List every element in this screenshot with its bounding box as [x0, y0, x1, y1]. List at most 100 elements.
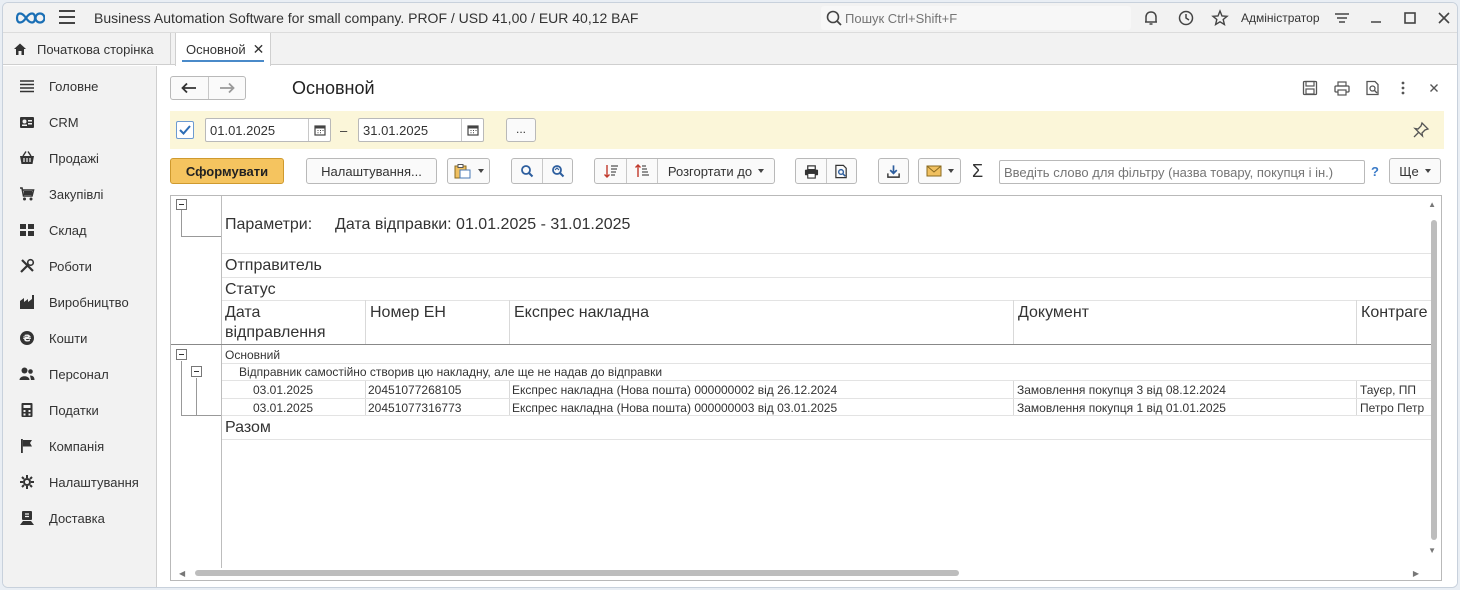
sidebar-item-sales[interactable]: Продажі	[3, 140, 157, 176]
pin-icon[interactable]	[1412, 121, 1430, 139]
tab-active[interactable]: Основной ✕	[175, 33, 271, 66]
sidebar-item-company[interactable]: Компанія	[3, 428, 157, 464]
sidebar-item-main[interactable]: Головне	[3, 68, 157, 104]
date-to-field[interactable]: 31.01.2025	[358, 118, 484, 142]
cell-waybill[interactable]: Експрес накладна (Нова пошта) 000000003 …	[512, 401, 837, 415]
print-button[interactable]	[796, 159, 826, 183]
star-icon[interactable]	[1211, 9, 1229, 27]
main-menu-icon[interactable]	[59, 10, 75, 26]
export-button[interactable]	[878, 158, 909, 184]
flag-icon	[21, 439, 32, 453]
period-bar: 01.01.2025 – 31.01.2025 ...	[170, 111, 1444, 149]
global-search[interactable]	[821, 6, 1131, 30]
column-divider	[1356, 300, 1357, 344]
maximize-icon[interactable]	[1401, 9, 1419, 27]
cell-waybill[interactable]: Експрес накладна (Нова пошта) 000000002 …	[512, 383, 837, 397]
date-from-field[interactable]: 01.01.2025	[205, 118, 331, 142]
tree-line	[181, 361, 182, 415]
status-group-value: Відправник самостійно створив цю накладн…	[239, 365, 663, 379]
close-form-icon[interactable]	[1426, 80, 1442, 96]
horizontal-scrollbar[interactable]	[195, 570, 959, 576]
tree-line	[181, 236, 221, 237]
column-header-number: Номер ЕН	[370, 304, 446, 321]
sidebar-item-label: Склад	[49, 222, 87, 238]
expand-to-dropdown[interactable]: Розгортати до	[657, 159, 774, 183]
preview-icon[interactable]	[1365, 80, 1381, 96]
more-actions-dropdown[interactable]: Ще	[1389, 158, 1441, 184]
tab-close-icon[interactable]: ✕	[253, 41, 265, 58]
report-sheet[interactable]: Параметри: Дата відправки: 01.01.2025 - …	[170, 195, 1442, 581]
header-bottom-border	[171, 344, 1433, 345]
contact-card-icon	[20, 117, 34, 128]
collapse-params-icon[interactable]	[176, 199, 187, 210]
forward-button[interactable]	[209, 77, 246, 99]
send-email-dropdown[interactable]	[918, 158, 961, 184]
sidebar-item-money[interactable]: ₴ Кошти	[3, 320, 157, 356]
expand-all-button[interactable]	[626, 159, 657, 183]
generate-button[interactable]: Сформувати	[170, 158, 284, 184]
variant-dropdown[interactable]	[447, 158, 490, 184]
collapse-sender-icon[interactable]	[176, 349, 187, 360]
chevron-down-icon	[1424, 169, 1431, 173]
close-window-icon[interactable]	[1435, 9, 1453, 27]
cell-counterparty[interactable]: Тауєр, ПП	[1360, 383, 1416, 397]
sidebar-item-works[interactable]: Роботи	[3, 248, 157, 284]
minimize-icon[interactable]	[1367, 9, 1385, 27]
settings-lines-icon[interactable]	[1333, 9, 1351, 27]
sidebar-item-label: Персонал	[49, 366, 109, 382]
sidebar-item-delivery[interactable]: Доставка	[3, 500, 157, 536]
sidebar-item-production[interactable]: Виробництво	[3, 284, 157, 320]
cell-counterparty[interactable]: Петро Петр	[1360, 401, 1424, 415]
find-next-button[interactable]	[542, 159, 572, 183]
sum-icon[interactable]: Σ	[972, 161, 983, 182]
collapse-status-icon[interactable]	[191, 366, 202, 377]
save-icon[interactable]	[1302, 80, 1318, 96]
filter-input[interactable]	[999, 160, 1365, 184]
tab-home-label: Початкова сторінка	[37, 41, 154, 57]
sidebar-item-personnel[interactable]: Персонал	[3, 356, 157, 392]
cell-document[interactable]: Замовлення покупця 1 від 01.01.2025	[1017, 401, 1226, 415]
more-vertical-icon[interactable]	[1395, 80, 1411, 96]
sidebar-item-purchases[interactable]: Закупівлі	[3, 176, 157, 212]
cell-document[interactable]: Замовлення покупця 3 від 08.12.2024	[1017, 383, 1226, 397]
sidebar-item-taxes[interactable]: Податки	[3, 392, 157, 428]
preview-icon	[835, 164, 848, 178]
scroll-left-icon[interactable]: ◀	[179, 569, 185, 578]
calendar-icon[interactable]	[308, 119, 330, 141]
bell-icon[interactable]	[1142, 9, 1160, 27]
search-icon	[521, 165, 534, 178]
scroll-up-icon[interactable]: ▲	[1428, 200, 1436, 209]
scroll-down-icon[interactable]: ▼	[1428, 546, 1436, 555]
sidebar-item-settings[interactable]: Налаштування	[3, 464, 157, 500]
help-icon[interactable]: ?	[1371, 164, 1379, 179]
collapse-all-button[interactable]	[595, 159, 626, 183]
menu-lines-icon	[20, 80, 34, 93]
preview-button[interactable]	[826, 159, 856, 183]
search-input[interactable]	[845, 10, 1105, 26]
print-icon	[804, 164, 818, 179]
sidebar-item-label: CRM	[49, 114, 79, 130]
calendar-icon[interactable]	[461, 119, 483, 141]
row-separator	[222, 300, 1432, 301]
arrow-right-icon	[219, 82, 235, 94]
settings-button[interactable]: Налаштування...	[306, 158, 437, 184]
find-button[interactable]	[512, 159, 542, 183]
chevron-down-icon	[947, 169, 954, 173]
back-button[interactable]	[171, 77, 209, 99]
checkmark-icon	[179, 125, 191, 135]
scroll-right-icon[interactable]: ▶	[1413, 569, 1419, 578]
sidebar-item-label: Налаштування	[49, 474, 139, 490]
vertical-scrollbar[interactable]	[1431, 220, 1437, 540]
expand-to-label: Розгортати до	[667, 163, 753, 179]
user-name[interactable]: Адміністратор	[1241, 11, 1320, 25]
app-logo-icon[interactable]	[15, 8, 45, 28]
tab-home[interactable]: Початкова сторінка	[3, 33, 171, 65]
print-icon[interactable]	[1334, 80, 1350, 96]
total-row-label: Разом	[225, 419, 271, 436]
top-bar: Business Automation Software for small c…	[3, 3, 1457, 33]
history-icon[interactable]	[1177, 9, 1195, 27]
period-select-button[interactable]: ...	[506, 118, 536, 142]
sidebar-item-warehouse[interactable]: Склад	[3, 212, 157, 248]
sidebar-item-crm[interactable]: CRM	[3, 104, 157, 140]
period-checkbox[interactable]	[176, 121, 194, 139]
